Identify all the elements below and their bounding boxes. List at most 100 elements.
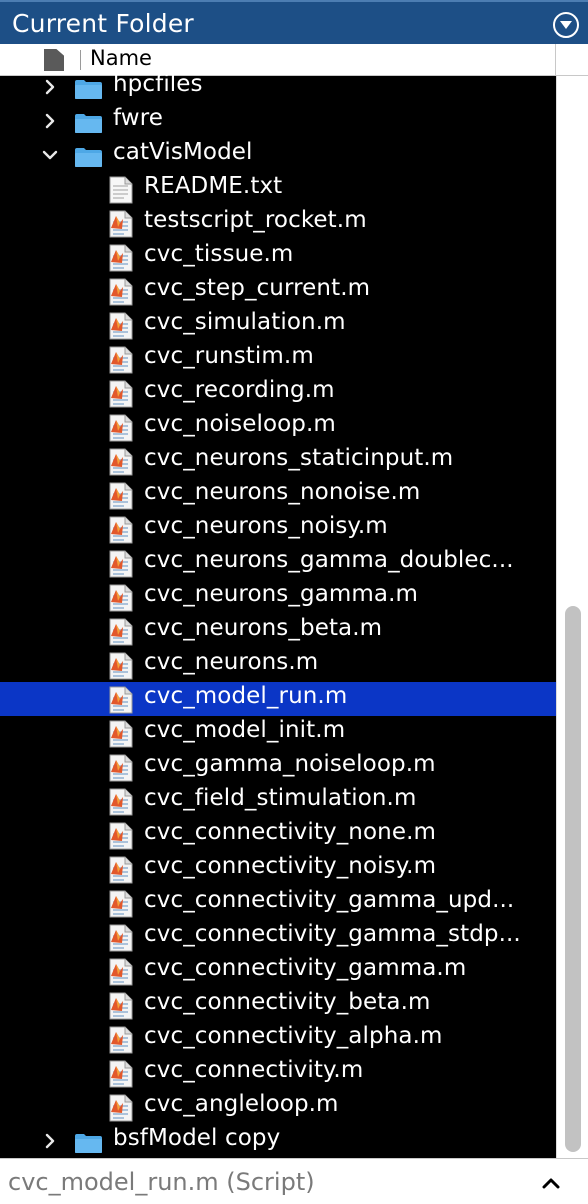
folder-icon bbox=[74, 112, 103, 134]
matlab-script-icon bbox=[108, 380, 134, 408]
file-name: cvc_neurons_gamma_doublec... bbox=[144, 547, 514, 573]
file-row[interactable]: cvc_connectivity_gamma_upd... bbox=[0, 886, 556, 920]
file-name: cvc_connectivity_gamma.m bbox=[144, 955, 467, 981]
file-row[interactable]: cvc_connectivity_gamma.m bbox=[0, 954, 556, 988]
folder-row[interactable]: bsfModel copy bbox=[0, 1124, 556, 1158]
file-name: cvc_neurons_beta.m bbox=[144, 615, 383, 641]
file-row[interactable]: cvc_neurons_beta.m bbox=[0, 614, 556, 648]
file-name: cvc_recording.m bbox=[144, 377, 335, 403]
file-name: cvc_connectivity_none.m bbox=[144, 819, 437, 845]
file-name: cvc_noiseloop.m bbox=[144, 411, 336, 437]
file-row[interactable]: cvc_simulation.m bbox=[0, 308, 556, 342]
matlab-script-icon bbox=[108, 448, 134, 476]
file-name: cvc_connectivity_beta.m bbox=[144, 989, 431, 1015]
matlab-script-icon bbox=[108, 822, 134, 850]
file-row[interactable]: cvc_neurons_gamma.m bbox=[0, 580, 556, 614]
file-row[interactable]: cvc_model_run.m bbox=[0, 682, 556, 716]
vertical-scrollbar[interactable] bbox=[556, 76, 588, 1158]
folder-icon bbox=[74, 146, 103, 168]
text-file-icon bbox=[108, 176, 134, 204]
file-row[interactable]: cvc_connectivity_alpha.m bbox=[0, 1022, 556, 1056]
folder-icon bbox=[74, 1132, 103, 1154]
chevron-right-icon[interactable] bbox=[41, 1132, 59, 1150]
matlab-script-icon bbox=[108, 924, 134, 952]
file-name: cvc_neurons_nonoise.m bbox=[144, 479, 421, 505]
file-row[interactable]: cvc_recording.m bbox=[0, 376, 556, 410]
file-name: cvc_gamma_noiseloop.m bbox=[144, 751, 436, 777]
file-name: testscript_rocket.m bbox=[144, 207, 367, 233]
chevron-right-icon[interactable] bbox=[41, 78, 59, 96]
file-row[interactable]: cvc_connectivity.m bbox=[0, 1056, 556, 1090]
matlab-script-icon bbox=[108, 312, 134, 340]
matlab-script-icon bbox=[108, 856, 134, 884]
file-name: cvc_connectivity_gamma_upd... bbox=[144, 887, 515, 913]
folder-row[interactable]: catVisModel bbox=[0, 138, 556, 172]
file-row[interactable]: cvc_connectivity_gamma_stdp... bbox=[0, 920, 556, 954]
file-row[interactable]: README.txt bbox=[0, 172, 556, 206]
matlab-script-icon bbox=[108, 890, 134, 918]
file-tree: hpcfiles fwre catVisModel README.txt testscr… bbox=[0, 70, 556, 1158]
folder-name: hpcfiles bbox=[113, 71, 203, 97]
file-name: cvc_connectivity.m bbox=[144, 1057, 364, 1083]
file-name: cvc_neurons_noisy.m bbox=[144, 513, 388, 539]
file-row[interactable]: cvc_field_stimulation.m bbox=[0, 784, 556, 818]
file-name: cvc_model_run.m bbox=[144, 683, 348, 709]
file-row[interactable]: cvc_tissue.m bbox=[0, 240, 556, 274]
matlab-script-icon bbox=[108, 686, 134, 714]
file-row[interactable]: cvc_connectivity_none.m bbox=[0, 818, 556, 852]
file-row[interactable]: cvc_angleloop.m bbox=[0, 1090, 556, 1124]
file-row[interactable]: testscript_rocket.m bbox=[0, 206, 556, 240]
matlab-script-icon bbox=[108, 584, 134, 612]
chevron-right-icon[interactable] bbox=[41, 112, 59, 130]
details-bar: cvc_model_run.m (Script) bbox=[0, 1158, 588, 1204]
matlab-script-icon bbox=[108, 244, 134, 272]
file-row[interactable]: cvc_neurons_nonoise.m bbox=[0, 478, 556, 512]
file-row[interactable]: cvc_neurons_gamma_doublec... bbox=[0, 546, 556, 580]
chevron-down-icon[interactable] bbox=[41, 146, 59, 164]
matlab-script-icon bbox=[108, 482, 134, 510]
matlab-script-icon bbox=[108, 720, 134, 748]
folder-icon bbox=[74, 78, 103, 100]
scrollbar-thumb[interactable] bbox=[565, 606, 581, 1152]
matlab-script-icon bbox=[108, 992, 134, 1020]
file-row[interactable]: cvc_connectivity_beta.m bbox=[0, 988, 556, 1022]
folder-name: fwre bbox=[113, 105, 164, 131]
file-row[interactable]: cvc_gamma_noiseloop.m bbox=[0, 750, 556, 784]
matlab-script-icon bbox=[108, 958, 134, 986]
file-row[interactable]: cvc_neurons_noisy.m bbox=[0, 512, 556, 546]
file-name: cvc_neurons.m bbox=[144, 649, 319, 675]
file-name: cvc_field_stimulation.m bbox=[144, 785, 417, 811]
file-name: cvc_neurons_staticinput.m bbox=[144, 445, 454, 471]
name-column-header[interactable]: Name bbox=[90, 46, 152, 70]
file-row[interactable]: cvc_connectivity_noisy.m bbox=[0, 852, 556, 886]
matlab-script-icon bbox=[108, 550, 134, 578]
file-name: cvc_connectivity_noisy.m bbox=[144, 853, 437, 879]
file-row[interactable]: cvc_model_init.m bbox=[0, 716, 556, 750]
matlab-script-icon bbox=[108, 754, 134, 782]
panel-title: Current Folder bbox=[12, 8, 194, 38]
file-name: cvc_neurons_gamma.m bbox=[144, 581, 419, 607]
file-name: cvc_simulation.m bbox=[144, 309, 346, 335]
panel-title-bar: Current Folder bbox=[0, 0, 588, 44]
matlab-script-icon bbox=[108, 346, 134, 374]
folder-row[interactable]: hpcfiles bbox=[0, 70, 556, 104]
panel-menu-icon[interactable] bbox=[553, 12, 579, 38]
file-name: cvc_connectivity_gamma_stdp... bbox=[144, 921, 521, 947]
file-row[interactable]: cvc_neurons_staticinput.m bbox=[0, 444, 556, 478]
file-row[interactable]: cvc_step_current.m bbox=[0, 274, 556, 308]
file-row[interactable]: cvc_runstim.m bbox=[0, 342, 556, 376]
matlab-script-icon bbox=[108, 1060, 134, 1088]
file-name: cvc_runstim.m bbox=[144, 343, 314, 369]
matlab-script-icon bbox=[108, 788, 134, 816]
matlab-script-icon bbox=[108, 652, 134, 680]
file-row[interactable]: cvc_noiseloop.m bbox=[0, 410, 556, 444]
selected-file-details: cvc_model_run.m (Script) bbox=[8, 1168, 315, 1196]
file-type-column-icon[interactable] bbox=[44, 49, 64, 71]
caret-up-icon[interactable] bbox=[542, 1177, 560, 1189]
folder-row[interactable]: fwre bbox=[0, 104, 556, 138]
file-name: README.txt bbox=[144, 173, 283, 199]
matlab-script-icon bbox=[108, 1094, 134, 1122]
file-name: cvc_connectivity_alpha.m bbox=[144, 1023, 443, 1049]
file-row[interactable]: cvc_neurons.m bbox=[0, 648, 556, 682]
file-name: cvc_step_current.m bbox=[144, 275, 371, 301]
